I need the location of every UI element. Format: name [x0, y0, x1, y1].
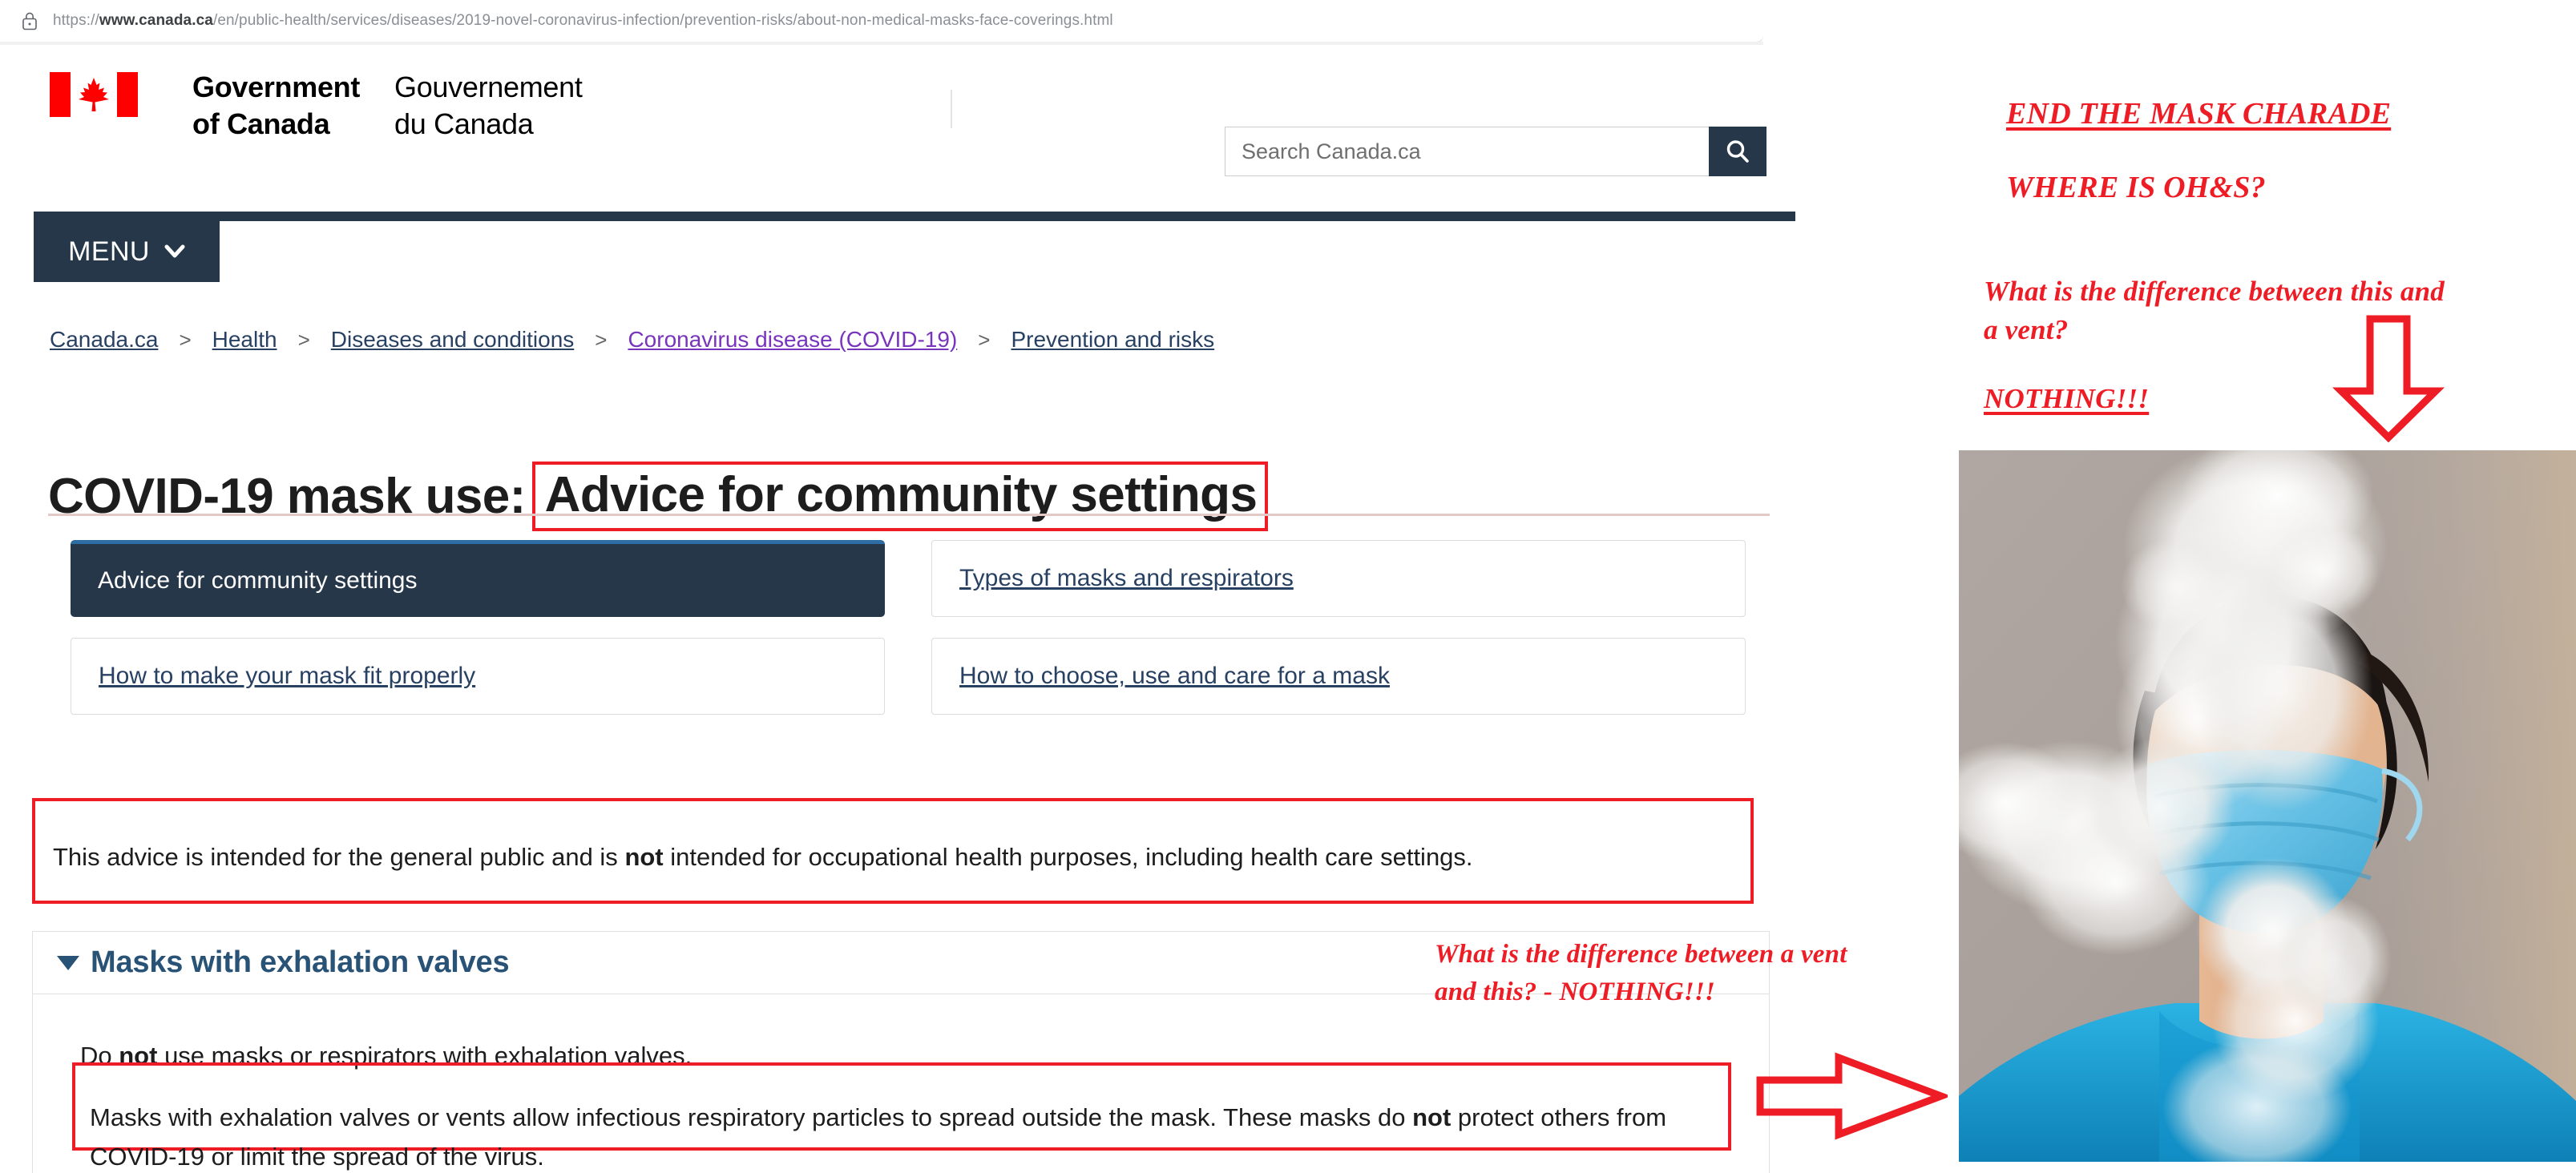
breadcrumb-separator: > [179, 327, 192, 352]
card-label: Types of masks and respirators [959, 565, 1294, 591]
breadcrumb-item-health[interactable]: Health [212, 327, 277, 353]
accordion-title: Masks with exhalation valves [91, 945, 510, 979]
annotation-vent-comparison-middle: What is the difference between a vent an… [1435, 936, 1948, 1011]
annotation-mid-line-2: and this? - NOTHING!!! [1435, 977, 1716, 1006]
vape-through-mask-photo [1959, 445, 2576, 1162]
valve-part-a: Masks with exhalation valves or vents al… [90, 1103, 1413, 1131]
arrow-right-icon [1756, 1052, 1948, 1140]
section-nav-cards: Advice for community settings Types of m… [71, 540, 1746, 715]
menu-button[interactable]: MENU [34, 221, 220, 282]
breadcrumb-separator: > [978, 327, 991, 352]
advice-text: This advice is intended for the general … [53, 837, 1733, 877]
breadcrumb-item-prevention-and-risks[interactable]: Prevention and risks [1011, 327, 1214, 353]
wordmark-en: Government of Canada [192, 71, 361, 141]
advice-callout-box: This advice is intended for the general … [32, 798, 1754, 904]
breadcrumb-separator: > [297, 327, 310, 352]
valve-bold-not: not [1412, 1103, 1452, 1131]
page-title-highlight: Advice for community settings [531, 461, 1269, 531]
card-how-to-choose-use-and-care-for-a-mask[interactable]: How to choose, use and care for a mask [931, 638, 1746, 715]
search-icon [1726, 140, 1749, 163]
annotation-diff-line-2: a vent? [1984, 314, 2069, 346]
annotation-diff-line-1: What is the difference between this and [1984, 276, 2445, 307]
arrow-down-icon [2332, 315, 2445, 442]
breadcrumb-separator: > [595, 327, 608, 352]
card-label: How to make your mask fit properly [99, 663, 476, 689]
triangle-down-icon [57, 955, 79, 970]
menu-button-label: MENU [68, 236, 150, 267]
title-underline-rule [48, 514, 1770, 516]
chevron-down-icon [164, 244, 185, 258]
url-text: https://www.canada.ca/en/public-health/s… [53, 12, 1113, 29]
annotation-mid-line-1: What is the difference between a vent [1435, 940, 1847, 969]
menu-bar-strip [34, 212, 1795, 221]
breadcrumb-item-diseases-and-conditions[interactable]: Diseases and conditions [331, 327, 575, 353]
screenshot-root: https://www.canada.ca/en/public-health/s… [0, 0, 2576, 1173]
breadcrumb-item-canada-ca[interactable]: Canada.ca [50, 327, 158, 353]
card-label: Advice for community settings [98, 566, 418, 594]
advice-part-2: intended for occupational health purpose… [663, 843, 1473, 871]
browser-url-bar[interactable]: https://www.canada.ca/en/public-health/s… [0, 0, 1763, 43]
breadcrumb: Canada.ca > Health > Diseases and condit… [50, 327, 1214, 353]
annotation-where-is-ohs: WHERE IS OH&S? [2006, 171, 2266, 204]
exhalation-valve-callout-box: Masks with exhalation valves or vents al… [72, 1062, 1731, 1171]
card-label: How to choose, use and care for a mask [959, 663, 1390, 689]
site-header: Government of Canada Gouvernement du Canad… [0, 45, 1795, 176]
advice-bold-not: not [624, 843, 664, 871]
lock-icon [22, 12, 37, 30]
card-advice-for-community-settings[interactable]: Advice for community settings [71, 540, 885, 617]
annotation-end-the-mask-charade: END THE MASK CHARADE [2006, 97, 2392, 131]
search-input[interactable] [1225, 127, 1709, 176]
advice-part-1: This advice is intended for the general … [53, 843, 625, 871]
page-title: COVID-19 mask use: Advice for community … [48, 461, 1269, 531]
breadcrumb-item-coronavirus-disease[interactable]: Coronavirus disease (COVID-19) [628, 327, 957, 353]
annotation-nothing: NOTHING!!! [1984, 383, 2150, 414]
card-types-of-masks-and-respirators[interactable]: Types of masks and respirators [931, 540, 1746, 617]
wordmark-fr: Gouvernement du Canada [394, 71, 583, 141]
search-button[interactable] [1709, 127, 1766, 176]
canada-flag-icon [50, 72, 138, 117]
card-how-to-make-your-mask-fit-properly[interactable]: How to make your mask fit properly [71, 638, 885, 715]
search-form [1225, 127, 1766, 176]
photo-illustration [1959, 450, 2576, 1162]
exhalation-valve-text: Masks with exhalation valves or vents al… [90, 1098, 1714, 1173]
